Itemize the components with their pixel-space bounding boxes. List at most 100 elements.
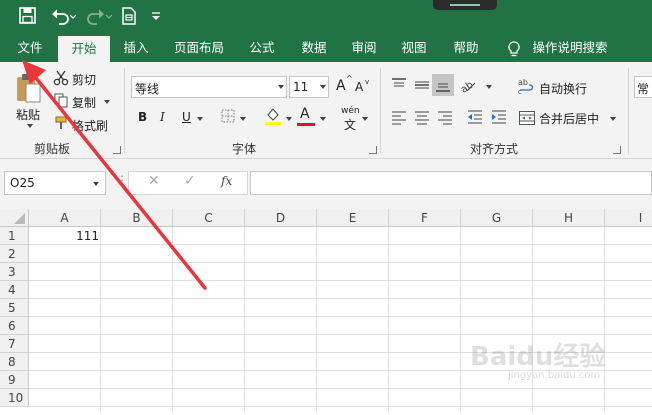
- redo-icon: [86, 6, 113, 28]
- column-header-c[interactable]: C: [173, 209, 245, 227]
- format-painter-icon[interactable]: [53, 115, 69, 134]
- font-size-value: 11: [293, 80, 309, 94]
- font-size-dropdown-icon[interactable]: [320, 85, 326, 89]
- tab-view[interactable]: 视图: [392, 34, 436, 62]
- middle-align-icon[interactable]: [413, 76, 431, 97]
- gridline: [460, 227, 461, 412]
- copy-dropdown-icon[interactable]: [104, 100, 110, 104]
- watermark-url: jingyan.baidu.com: [508, 370, 601, 381]
- select-all-button[interactable]: [0, 209, 29, 227]
- row-header-5[interactable]: 5: [0, 299, 29, 317]
- fill-color-icon[interactable]: [264, 106, 282, 129]
- undo-icon[interactable]: [50, 6, 77, 28]
- gridline: [29, 334, 652, 335]
- alignment-dialog-launcher[interactable]: [613, 146, 621, 154]
- tab-formulas[interactable]: 公式: [240, 34, 284, 62]
- increase-indent-icon[interactable]: [490, 108, 508, 129]
- column-header-i[interactable]: I: [605, 209, 652, 227]
- formula-input[interactable]: [250, 171, 652, 195]
- row-header-3[interactable]: 3: [0, 263, 29, 281]
- cell-a1[interactable]: 111: [29, 227, 99, 244]
- orientation-icon[interactable]: ab: [459, 76, 477, 97]
- align-left-icon[interactable]: [390, 108, 408, 129]
- confirm-entry-icon[interactable]: ✓: [184, 173, 196, 189]
- cancel-entry-icon[interactable]: ✕: [148, 173, 160, 189]
- clipboard-dialog-launcher[interactable]: [113, 146, 121, 154]
- paste-dropdown-icon[interactable]: [27, 124, 33, 128]
- shrink-font-button[interactable]: A: [355, 80, 363, 94]
- column-header-f[interactable]: F: [389, 209, 461, 227]
- print-preview-icon[interactable]: [120, 6, 140, 28]
- formula-bar-splitter-icon[interactable]: ⋮: [116, 173, 128, 187]
- underline-dropdown-icon[interactable]: [197, 117, 203, 121]
- copy-icon[interactable]: [53, 92, 69, 111]
- phonetic-dropdown-icon[interactable]: [362, 117, 368, 121]
- row-header-4[interactable]: 4: [0, 281, 29, 299]
- column-header-d[interactable]: D: [245, 209, 317, 227]
- tab-help[interactable]: 帮助: [444, 34, 488, 62]
- row-header-1[interactable]: 1: [0, 227, 29, 245]
- top-align-icon[interactable]: [390, 76, 408, 97]
- underline-button[interactable]: U: [182, 110, 191, 124]
- format-painter-label[interactable]: 格式刷: [72, 117, 108, 134]
- name-box-dropdown-icon[interactable]: [93, 182, 99, 186]
- tab-file[interactable]: 文件: [8, 34, 52, 62]
- font-color-button[interactable]: A: [300, 106, 310, 122]
- grow-font-button[interactable]: A: [336, 78, 346, 94]
- alignment-group-label: 对齐方式: [470, 142, 519, 156]
- copy-label[interactable]: 复制: [72, 94, 96, 111]
- name-box-value: O25: [10, 176, 35, 190]
- column-header-a[interactable]: A: [29, 209, 101, 227]
- row-header-6[interactable]: 6: [0, 317, 29, 335]
- merge-center-icon[interactable]: [518, 109, 536, 130]
- paste-label[interactable]: 粘贴: [16, 106, 40, 123]
- font-name-value: 等线: [135, 82, 160, 96]
- paste-icon[interactable]: [14, 72, 44, 107]
- gridline: [29, 262, 652, 263]
- borders-dropdown-icon[interactable]: [240, 117, 246, 121]
- tell-me-search[interactable]: 操作说明搜索: [530, 34, 610, 62]
- borders-icon[interactable]: [220, 108, 236, 127]
- decrease-indent-icon[interactable]: [466, 108, 484, 129]
- merge-dropdown-icon[interactable]: [610, 117, 616, 121]
- gridline: [604, 227, 605, 412]
- column-header-h[interactable]: H: [533, 209, 605, 227]
- row-header-2[interactable]: 2: [0, 245, 29, 263]
- tab-home[interactable]: 开始: [58, 36, 110, 62]
- column-header-g[interactable]: G: [461, 209, 533, 227]
- tab-data[interactable]: 数据: [292, 34, 336, 62]
- font-color-dropdown-icon[interactable]: [320, 117, 326, 121]
- cut-label[interactable]: 剪切: [72, 71, 96, 88]
- row-header-9[interactable]: 9: [0, 371, 29, 389]
- tab-review[interactable]: 审阅: [342, 34, 386, 62]
- tab-page-layout[interactable]: 页面布局: [166, 34, 232, 62]
- wrap-text-label[interactable]: 自动换行: [539, 80, 587, 97]
- row-header-8[interactable]: 8: [0, 353, 29, 371]
- align-center-icon[interactable]: [413, 108, 431, 129]
- font-name-dropdown-icon[interactable]: [278, 85, 284, 89]
- align-right-icon[interactable]: [436, 108, 454, 129]
- phonetic-guide-button[interactable]: wén: [341, 106, 360, 116]
- wrap-text-icon[interactable]: ab c: [518, 77, 536, 98]
- column-header-b[interactable]: B: [101, 209, 173, 227]
- merge-center-label[interactable]: 合并后居中: [539, 110, 599, 127]
- save-icon[interactable]: [18, 6, 38, 28]
- row-header-10[interactable]: 10: [0, 389, 29, 407]
- font-dialog-launcher[interactable]: [369, 146, 377, 154]
- orientation-dropdown-icon[interactable]: [486, 85, 492, 89]
- ribbon-separator: [380, 68, 381, 154]
- font-color-swatch: [297, 123, 315, 126]
- insert-function-button[interactable]: fx: [221, 174, 232, 188]
- gridline: [29, 280, 652, 281]
- bottom-align-icon[interactable]: [434, 76, 452, 97]
- column-header-e[interactable]: E: [317, 209, 389, 227]
- svg-text:ab: ab: [518, 78, 528, 87]
- row-header-7[interactable]: 7: [0, 335, 29, 353]
- scissors-icon[interactable]: [53, 70, 69, 89]
- fill-color-dropdown-icon[interactable]: [286, 117, 292, 121]
- gridline: [100, 227, 101, 412]
- customize-toolbar-icon[interactable]: [150, 6, 162, 28]
- italic-button[interactable]: I: [160, 110, 165, 124]
- tab-insert[interactable]: 插入: [114, 34, 158, 62]
- bold-button[interactable]: B: [138, 110, 147, 124]
